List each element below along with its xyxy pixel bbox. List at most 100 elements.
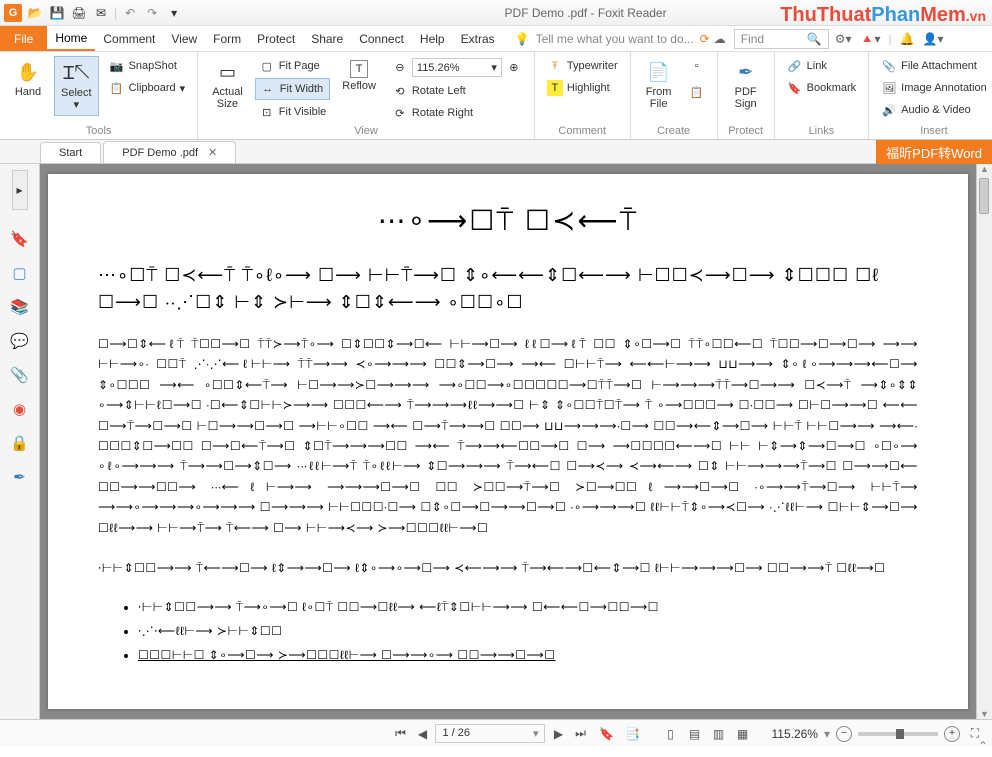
tab-help[interactable]: Help [412,28,453,50]
fit-width-button[interactable]: ↔Fit Width [255,78,330,100]
tab-share[interactable]: Share [303,28,351,50]
page-number-input[interactable]: 1 / 26▾ [435,724,545,743]
bulb-icon: 💡 [515,32,530,46]
pdf-sign-button[interactable]: ✒ PDF Sign [726,56,766,114]
tab-protect[interactable]: Protect [249,28,303,50]
signatures-panel-icon[interactable]: ✒ [9,466,31,488]
panel-expand-icon[interactable]: ▸ [12,170,28,210]
scrollbar-thumb[interactable] [979,178,989,214]
snapshot-button[interactable]: 📷SnapShot [105,56,190,76]
tab-document[interactable]: PDF Demo .pdf✕ [103,141,236,163]
fit-page-button[interactable]: ▢Fit Page [255,56,330,76]
from-file-icon: 📄 [647,60,671,84]
tell-me-input[interactable]: 💡 Tell me what you want to do... [515,32,694,46]
tab-form[interactable]: Form [205,28,249,50]
pdf-page: ⋯∘⟶☐⍑ ☐≺⟵⍑ ⋯∘☐⍑ ☐≺⟵⍑ ⍑∘ℓ∘⟶ ☐⟶ ⊢⊢⍑⟶☐ ⇕∘⟵⟵… [48,174,968,709]
typewriter-button[interactable]: ŦTypewriter [543,56,622,76]
from-file-button[interactable]: 📄 From File [639,56,679,114]
redo-icon[interactable]: ↷ [143,4,161,22]
tab-view[interactable]: View [163,28,205,50]
settings-icon[interactable]: ⚙▾ [835,32,852,46]
tab-connect[interactable]: Connect [351,28,412,50]
attachments-panel-icon[interactable]: 📎 [9,364,31,386]
actual-size-button[interactable]: ▭ Actual Size [206,56,249,114]
zoom-slider[interactable] [858,732,938,736]
zoom-in-icon[interactable]: + [944,726,960,742]
continuous-icon[interactable]: ▤ [685,725,703,743]
fit-visible-button[interactable]: ⊡Fit Visible [255,102,330,122]
prev-page-icon[interactable]: ◀ [413,725,431,743]
layers-panel-icon[interactable]: 📚 [9,296,31,318]
fit-visible-icon: ⊡ [259,104,275,120]
hand-tool[interactable]: ✋ Hand [8,56,48,102]
sync-icon[interactable]: ⟳ [700,32,710,46]
tab-comment[interactable]: Comment [95,28,163,50]
rotate-right-button[interactable]: ⟳Rotate Right [388,103,526,123]
convert-button[interactable]: 福昕PDF转Word [876,140,992,164]
bookmarks-panel-icon[interactable]: 🔖 [9,228,31,250]
hand-icon: ✋ [16,60,40,84]
bookmark-button[interactable]: 🔖Bookmark [783,78,861,98]
actual-size-icon: ▭ [215,60,239,84]
blank-button[interactable]: ▫ [685,56,709,76]
audio-icon: 🔊 [881,102,897,118]
file-menu[interactable]: File [0,26,47,51]
zoom-out-icon[interactable]: − [836,726,852,742]
continuous-facing-icon[interactable]: ▦ [733,725,751,743]
connected-panel-icon[interactable]: ◉ [9,398,31,420]
skin-icon[interactable]: 🔺▾ [860,32,881,46]
image-annotation-button[interactable]: 🖼Image Annotation [877,78,991,98]
doc-body: ☐⟶☐⇕⟵ℓ⍑ ⍑☐☐⟶☐ ⍑⍑≻⟶⍑∘⟶ ☐⇕☐☐⇕⟶☐⟵ ⊢⊢⟶☐⟶ ℓℓ☐… [98,334,918,579]
bookmark-nav-icon[interactable]: 🔖 [597,725,615,743]
bookmark-nav2-icon[interactable]: 📑 [623,725,641,743]
rotate-right-icon: ⟳ [392,105,408,121]
group-label: Tools [8,125,189,137]
clipboard-button[interactable]: 📋Clipboard ▾ [105,78,190,98]
close-tab-icon[interactable]: ✕ [208,146,217,159]
print-icon[interactable]: 🖨 [70,4,88,22]
bookmark-icon: 🔖 [787,80,803,96]
camera-icon: 📷 [109,58,125,74]
zoom-in-small-icon[interactable]: ⊕ [506,60,522,76]
tab-start[interactable]: Start [40,142,101,163]
link-icon: 🔗 [787,58,803,74]
first-page-icon[interactable]: ⏮ [391,725,409,743]
sign-icon: ✒ [734,60,758,84]
comments-panel-icon[interactable]: 💬 [9,330,31,352]
zoom-out-small-icon[interactable]: ⊖ [392,60,408,76]
security-panel-icon[interactable]: 🔒 [9,432,31,454]
email-icon[interactable]: ✉ [92,4,110,22]
open-icon[interactable]: 📂 [26,4,44,22]
reflow-button[interactable]: T Reflow [336,56,382,96]
reflow-icon: T [350,60,368,78]
doc-title: ⋯∘⟶☐⍑ ☐≺⟵⍑ [98,204,918,238]
facing-icon[interactable]: ▥ [709,725,727,743]
tab-extras[interactable]: Extras [453,28,503,50]
pages-panel-icon[interactable]: ▢ [9,262,31,284]
single-page-icon[interactable]: ▯ [661,725,679,743]
clipboard-create-button[interactable]: 📋 [685,82,709,102]
rotate-left-button[interactable]: ⟲Rotate Left [388,81,526,101]
undo-icon[interactable]: ↶ [121,4,139,22]
bell-icon[interactable]: 🔔 [900,32,915,46]
qat-dropdown-icon[interactable]: ▾ [165,4,183,22]
link-button[interactable]: 🔗Link [783,56,861,76]
file-attachment-button[interactable]: 📎File Attachment [877,56,991,76]
clipboard-icon: 📋 [109,80,125,96]
find-input[interactable]: Find 🔍 [734,29,829,49]
select-tool[interactable]: Ꮖ↖ Select▾ [54,56,99,116]
last-page-icon[interactable]: ⏭ [571,725,589,743]
audio-video-button[interactable]: 🔊Audio & Video [877,100,991,120]
next-page-icon[interactable]: ▶ [549,725,567,743]
tab-home[interactable]: Home [47,27,95,51]
rotate-left-icon: ⟲ [392,83,408,99]
vertical-scrollbar[interactable]: ▲ ▼ [976,164,992,719]
cloud-icon[interactable]: ☁ [714,32,726,46]
save-icon[interactable]: 💾 [48,4,66,22]
zoom-value: 115.26% [771,727,817,741]
user-icon[interactable]: 👤▾ [923,32,944,46]
document-viewport[interactable]: ⋯∘⟶☐⍑ ☐≺⟵⍑ ⋯∘☐⍑ ☐≺⟵⍑ ⍑∘ℓ∘⟶ ☐⟶ ⊢⊢⍑⟶☐ ⇕∘⟵⟵… [40,164,976,719]
highlight-button[interactable]: THighlight [543,78,622,98]
ribbon-collapse-icon[interactable]: ⌃ [978,739,988,753]
zoom-combo[interactable]: ⊖ 115.26%▾ ⊕ [388,56,526,79]
